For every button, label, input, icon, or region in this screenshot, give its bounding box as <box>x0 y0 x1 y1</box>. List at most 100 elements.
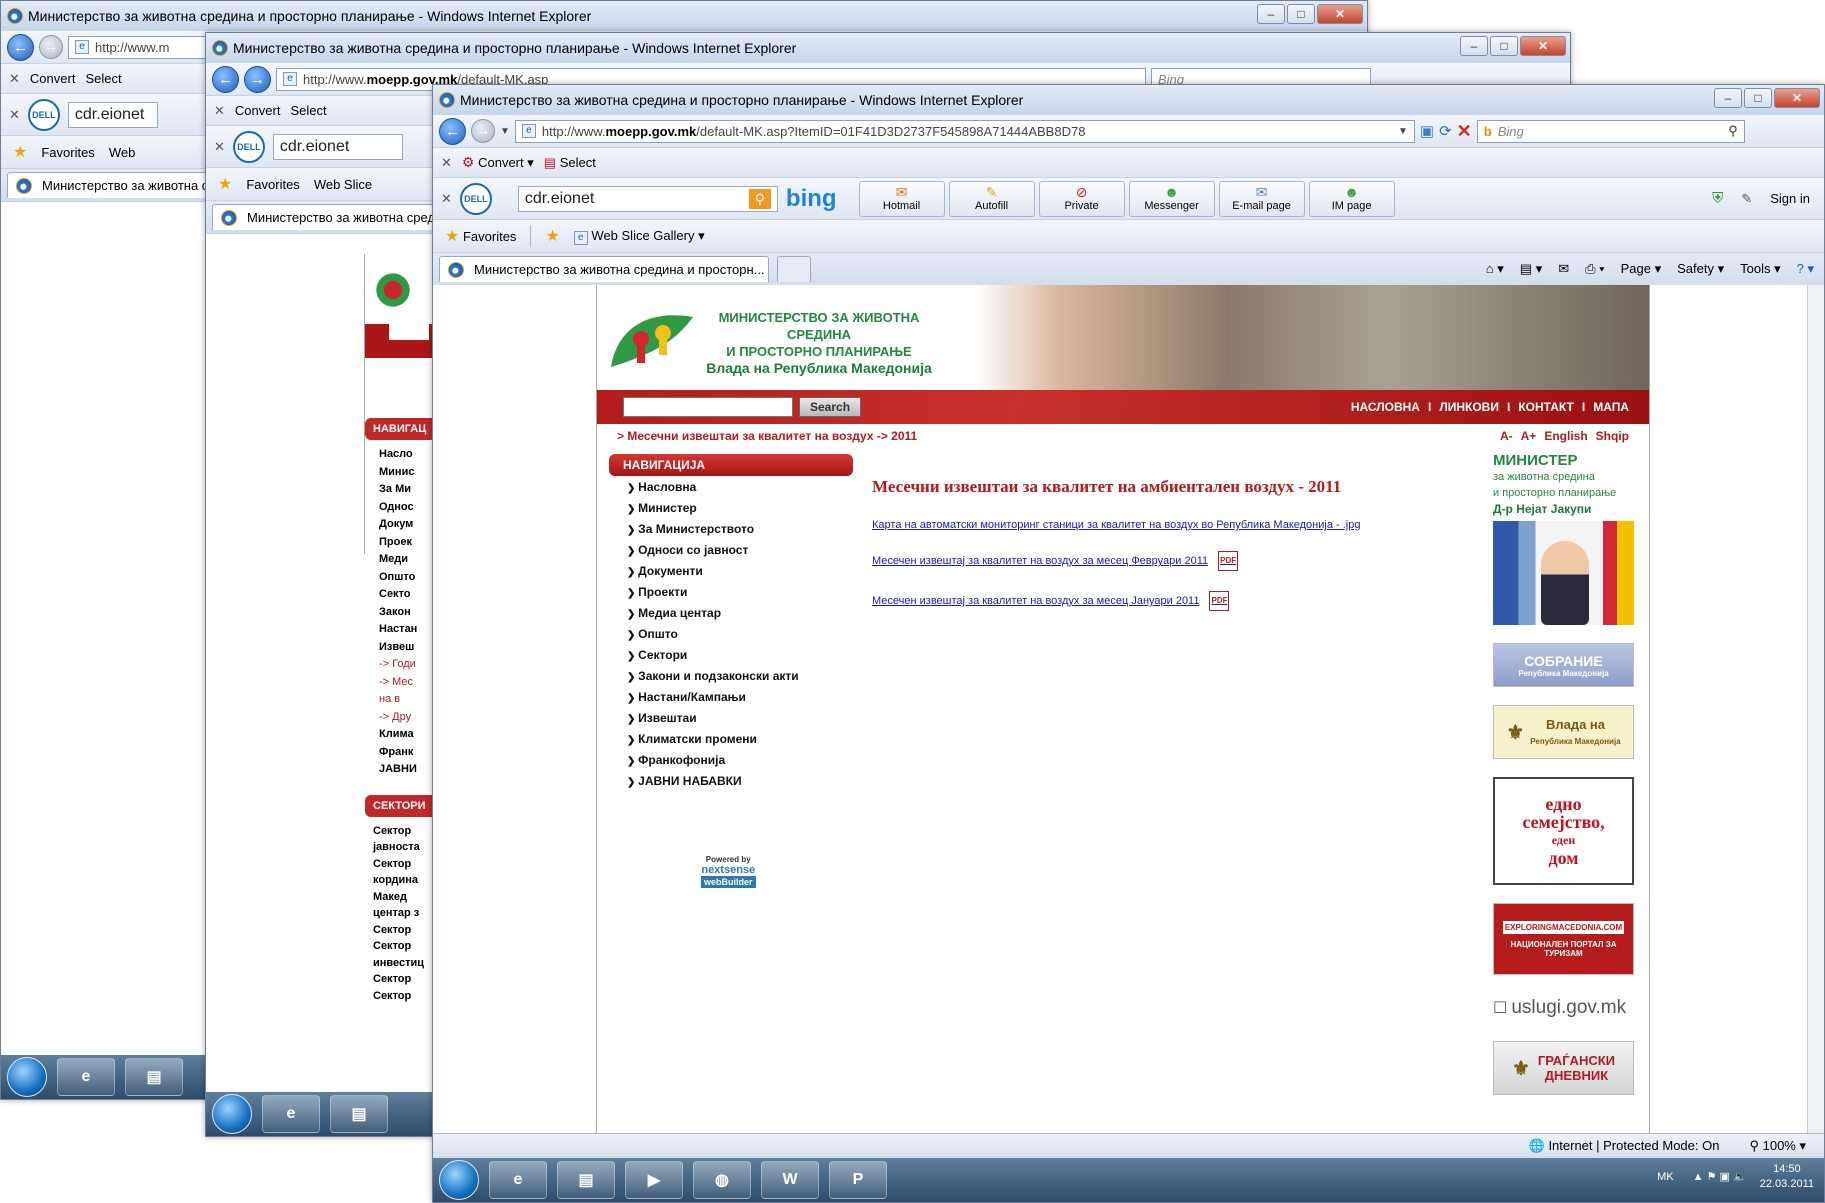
top-nav-contact[interactable]: КОНТАКТ <box>1518 400 1574 414</box>
sector-item[interactable]: Сектор <box>373 938 434 955</box>
vlada-banner[interactable]: ⚜ Влада на Република Македонија <box>1493 705 1634 759</box>
nav-item[interactable]: Минис <box>379 464 434 482</box>
site-search-button[interactable]: Search <box>799 397 862 417</box>
address-bar[interactable]: e http://www.moepp.gov.mk/default-MK.asp?… <box>514 119 1415 143</box>
minister-photo[interactable] <box>1493 521 1634 625</box>
sector-item[interactable]: Сектор <box>373 823 434 840</box>
nav-item[interactable]: Проек <box>379 534 434 552</box>
bing-search-box[interactable]: b Bing ⚲ <box>1476 119 1745 143</box>
convert-button[interactable]: ⚙ Convert ▾ <box>462 154 534 171</box>
nav-item[interactable]: Клима <box>379 726 434 744</box>
close-toolbar-icon[interactable]: ✕ <box>9 71 20 87</box>
sign-in-link[interactable]: Sign in <box>1770 191 1810 206</box>
back-button[interactable]: ← <box>439 117 466 145</box>
select-button[interactable]: Select <box>85 71 121 86</box>
shield-icon[interactable]: ⛨ <box>1712 190 1723 207</box>
tab-active[interactable]: Министерство за животна средина и просто… <box>439 256 769 282</box>
sector-item[interactable]: центар з <box>373 905 434 922</box>
read-mail-icon[interactable]: ✉ <box>1558 261 1569 277</box>
nav-item[interactable]: Закони и подзаконски акти <box>627 669 798 690</box>
tray-icons[interactable]: ▲ ⚑ ▣ 🔈 <box>1693 1171 1747 1183</box>
site-search-input[interactable] <box>623 397 793 417</box>
web-slice-link[interactable]: Web Slice <box>314 177 372 192</box>
web-slice-gallery-link[interactable]: e Web Slice Gallery ▾ <box>573 228 705 245</box>
lang-albanian-link[interactable]: Shqip <box>1596 429 1629 443</box>
title-bar[interactable]: Министерство за животна средина и просто… <box>1 1 1367 31</box>
input-language[interactable]: MK <box>1657 1171 1674 1183</box>
nav-item[interactable]: ЈАВНИ НАБАВКИ <box>627 774 799 795</box>
tab-active[interactable]: Министерство за животна среди <box>212 204 452 230</box>
messenger-button[interactable]: ☻ Messenger <box>1128 180 1215 217</box>
close-toolbar-icon[interactable]: ✕ <box>214 139 225 155</box>
nav-item[interactable]: Сектори <box>627 648 799 669</box>
convert-button[interactable]: Convert <box>30 71 76 86</box>
minimize-button[interactable]: – <box>1714 88 1742 108</box>
favorites-star-icon[interactable]: ★ <box>13 142 27 162</box>
maximize-button[interactable]: □ <box>1744 88 1772 108</box>
pdf-icon[interactable]: PDF <box>1218 551 1239 571</box>
ie-window-front[interactable]: Министерство за животна средина и просто… <box>432 84 1825 1203</box>
nav-item[interactable]: Докум <box>379 516 434 534</box>
search-icon[interactable]: ⚲ <box>1728 123 1738 139</box>
breadcrumb[interactable]: > Месечни извештаи за квалитет на воздух… <box>617 429 917 443</box>
top-nav-links[interactable]: ЛИНКОВИ <box>1439 400 1499 414</box>
civic-diary-banner[interactable]: ⚜ ГРАЃАНСКИ ДНЕВНИК <box>1493 1041 1634 1095</box>
nav-item[interactable]: Настан <box>379 621 434 639</box>
taskbar-powerpoint-icon[interactable]: P <box>829 1161 887 1199</box>
nav-item[interactable]: Франк <box>379 744 434 762</box>
hotmail-button[interactable]: ✉ Hotmail <box>858 180 945 217</box>
nav-item[interactable]: Извештаи <box>627 711 799 732</box>
close-toolbar-icon[interactable]: ✕ <box>441 191 452 207</box>
title-bar[interactable]: Министерство за животна средина и просто… <box>206 33 1570 63</box>
sector-item[interactable]: кордина <box>373 872 434 889</box>
forward-button[interactable]: → <box>39 35 63 59</box>
family-campaign-banner[interactable]: едно семејство, еден дом <box>1493 777 1634 885</box>
nav-item[interactable]: За Ми <box>379 481 434 499</box>
taskbar-app-icon[interactable]: ◍ <box>693 1161 751 1199</box>
favorites-star-icon[interactable]: ★ <box>218 174 232 194</box>
zone-status[interactable]: 🌐 Internet | Protected Mode: On <box>1529 1138 1720 1154</box>
nav-item[interactable]: Документи <box>627 564 799 585</box>
sector-item[interactable]: Сектор <box>373 971 434 988</box>
map-link[interactable]: Карта на автоматски мониторинг станици з… <box>872 519 1360 531</box>
nav-item[interactable]: Насло <box>379 446 434 464</box>
tools-menu[interactable]: Tools ▾ <box>1740 261 1781 277</box>
sector-item[interactable]: Макед <box>373 889 434 906</box>
private-button[interactable]: ⊘ Private <box>1038 180 1125 217</box>
start-button[interactable] <box>7 1057 47 1097</box>
nav-item[interactable]: Односи со јавност <box>627 543 799 564</box>
add-favorite-icon[interactable]: ★ <box>545 226 559 246</box>
address-dropdown-icon[interactable]: ▼ <box>1398 126 1408 137</box>
font-larger-button[interactable]: A+ <box>1521 429 1537 443</box>
minimize-button[interactable]: – <box>1257 4 1285 24</box>
favorites-button[interactable]: Favorites <box>246 177 299 192</box>
favorites-button[interactable]: Favorites <box>41 145 94 160</box>
safety-menu[interactable]: Safety ▾ <box>1677 261 1724 277</box>
taskbar-ie-icon[interactable]: e <box>262 1095 320 1133</box>
sector-item[interactable]: Сектор <box>373 922 434 939</box>
sobranie-banner[interactable]: СОБРАНИЕ Република Македонија <box>1493 643 1634 687</box>
close-toolbar-icon[interactable]: ✕ <box>214 103 225 119</box>
ministry-logo-icon[interactable] <box>607 309 695 371</box>
title-bar[interactable]: Министерство за животна средина и просто… <box>433 85 1824 115</box>
page-menu[interactable]: Page ▾ <box>1621 261 1662 277</box>
taskbar-explorer-icon[interactable]: ▤ <box>330 1095 388 1133</box>
forward-button[interactable]: → <box>244 65 271 93</box>
vertical-scrollbar[interactable] <box>1807 285 1824 1133</box>
print-icon[interactable]: ⎙ ▾ <box>1585 261 1604 277</box>
close-button[interactable]: ✕ <box>1774 88 1820 108</box>
search-go-icon[interactable]: ⚲ <box>748 188 771 209</box>
convert-button[interactable]: Convert <box>235 103 281 118</box>
help-icon[interactable]: ? ▾ <box>1797 261 1814 277</box>
search-input[interactable]: cdr.eionet ⚲ <box>517 185 778 212</box>
minimize-button[interactable]: – <box>1460 36 1488 56</box>
nav-item[interactable]: За Министерството <box>627 522 799 543</box>
report-february-link[interactable]: Месечен извештај за квалитет на воздух з… <box>872 551 1239 571</box>
zoom-control[interactable]: ⚲ 100% ▾ <box>1749 1138 1806 1154</box>
web-slice-link[interactable]: Web <box>109 145 136 160</box>
sector-item[interactable]: инвестиц <box>373 955 434 972</box>
dell-logo-icon[interactable]: DELL <box>27 98 60 131</box>
im-page-button[interactable]: ☻ IM page <box>1308 180 1395 217</box>
lang-english-link[interactable]: English <box>1544 429 1587 443</box>
nav-item[interactable]: Секто <box>379 586 434 604</box>
